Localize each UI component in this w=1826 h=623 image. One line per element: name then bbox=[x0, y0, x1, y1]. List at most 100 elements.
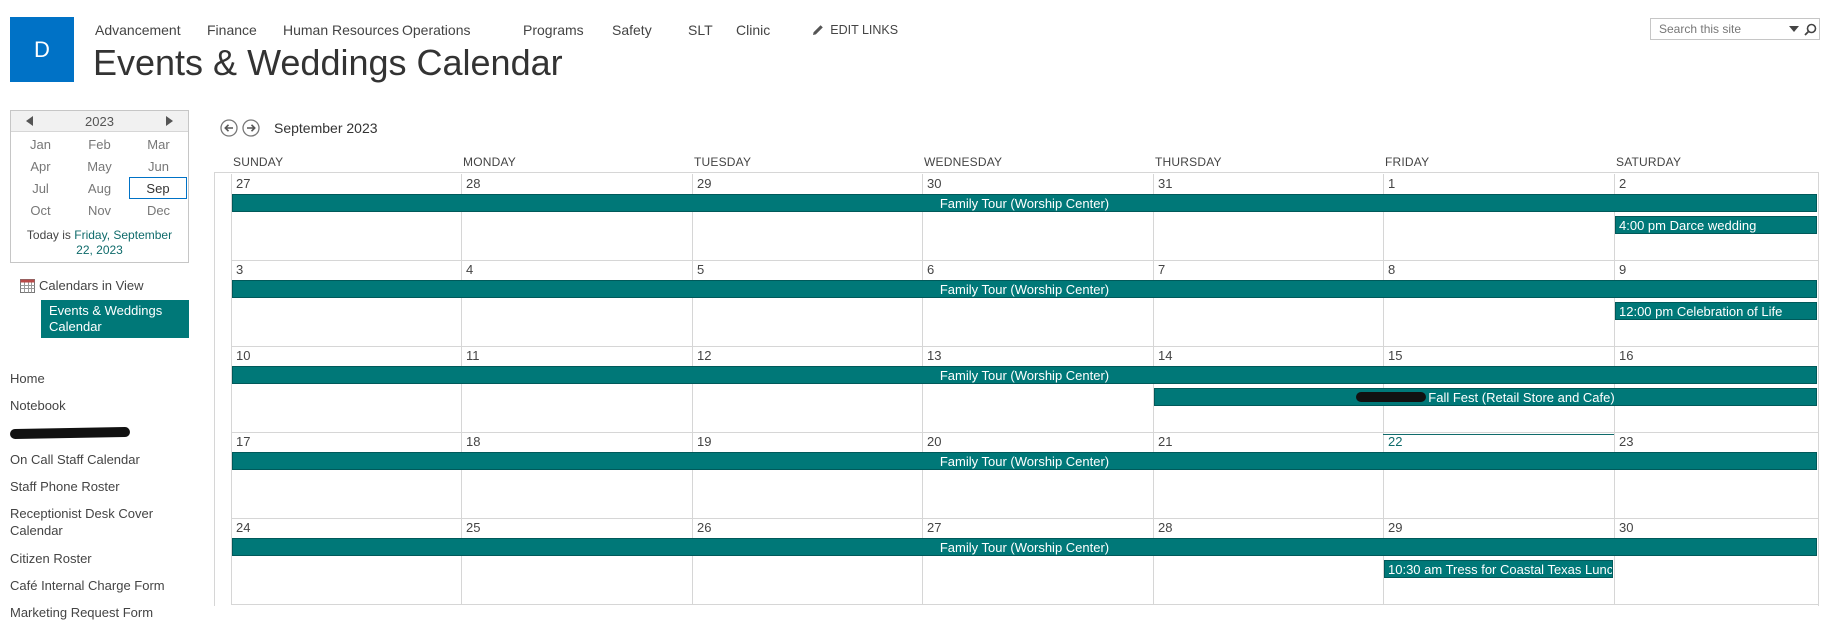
calendar-event-label: Family Tour (Worship Center) bbox=[939, 195, 1110, 211]
calendar-event[interactable]: Family Tour (Worship Center) bbox=[232, 280, 1817, 298]
month-apr[interactable]: Apr bbox=[11, 155, 70, 177]
day-cell[interactable] bbox=[1153, 260, 1383, 346]
next-year-icon[interactable] bbox=[164, 115, 176, 127]
left-nav-item-caf-internal-charge-form[interactable]: Café Internal Charge Form bbox=[10, 577, 170, 594]
day-cell[interactable] bbox=[692, 518, 922, 604]
month-nov[interactable]: Nov bbox=[70, 199, 129, 221]
calendar-event-label: Family Tour (Worship Center) bbox=[939, 367, 1110, 383]
site-logo[interactable]: D bbox=[10, 17, 74, 82]
calendar-event-label: 10:30 am Tress for Coastal Texas Lunch bbox=[1388, 561, 1613, 577]
day-cell[interactable] bbox=[1614, 518, 1818, 604]
day-number: 6 bbox=[927, 262, 935, 277]
nav-link-human-resources[interactable]: Human Resources bbox=[283, 22, 402, 38]
month-picker-year: 2023 bbox=[85, 113, 114, 129]
calendar-navigation: September 2023 bbox=[220, 119, 378, 137]
day-cell[interactable] bbox=[922, 346, 1153, 432]
nav-link-finance[interactable]: Finance bbox=[207, 22, 283, 38]
day-cell[interactable] bbox=[1153, 432, 1383, 518]
today-marker bbox=[1383, 434, 1614, 435]
calendar-event[interactable]: Fall Fest (Retail Store and Cafe) bbox=[1154, 388, 1817, 406]
day-cell[interactable] bbox=[231, 346, 461, 432]
month-may[interactable]: May bbox=[70, 155, 129, 177]
day-cell[interactable] bbox=[922, 174, 1153, 260]
day-cell[interactable] bbox=[231, 432, 461, 518]
day-cell[interactable] bbox=[461, 174, 692, 260]
day-cell[interactable] bbox=[231, 260, 461, 346]
day-cell[interactable] bbox=[461, 432, 692, 518]
day-number: 22 bbox=[1388, 434, 1403, 449]
calendar-event[interactable]: 12:00 pm Celebration of Life bbox=[1615, 302, 1817, 320]
left-nav-item-marketing-request-form[interactable]: Marketing Request Form bbox=[10, 604, 170, 621]
calendar-event[interactable]: Family Tour (Worship Center) bbox=[232, 194, 1817, 212]
left-nav-item-notebook[interactable]: Notebook bbox=[10, 397, 170, 414]
day-number: 23 bbox=[1619, 434, 1634, 449]
day-number: 10 bbox=[236, 348, 251, 363]
day-number: 7 bbox=[1158, 262, 1166, 277]
nav-link-slt[interactable]: SLT bbox=[688, 22, 736, 38]
day-number: 26 bbox=[697, 520, 712, 535]
edit-links-button[interactable]: EDIT LINKS bbox=[812, 23, 898, 37]
day-cell[interactable] bbox=[461, 346, 692, 432]
day-cell[interactable] bbox=[1153, 174, 1383, 260]
page-title: Events & Weddings Calendar bbox=[93, 42, 563, 83]
month-jul[interactable]: Jul bbox=[11, 177, 70, 199]
day-cell[interactable] bbox=[1383, 260, 1614, 346]
today-link[interactable]: Friday, September 22, 2023 bbox=[74, 228, 172, 257]
month-feb[interactable]: Feb bbox=[70, 133, 129, 155]
nav-link-advancement[interactable]: Advancement bbox=[95, 22, 207, 38]
previous-year-icon[interactable] bbox=[23, 115, 35, 127]
active-calendar-chip[interactable]: Events & Weddings Calendar bbox=[41, 300, 189, 338]
day-number: 18 bbox=[466, 434, 481, 449]
day-number: 27 bbox=[236, 176, 251, 191]
previous-month-icon[interactable] bbox=[220, 119, 238, 137]
next-month-icon[interactable] bbox=[242, 119, 260, 137]
day-cell[interactable] bbox=[1383, 174, 1614, 260]
chevron-down-icon[interactable] bbox=[1787, 19, 1801, 39]
day-cell[interactable] bbox=[922, 518, 1153, 604]
day-cell[interactable] bbox=[461, 518, 692, 604]
month-jan[interactable]: Jan bbox=[11, 133, 70, 155]
day-cell[interactable] bbox=[922, 432, 1153, 518]
calendar-event[interactable]: Family Tour (Worship Center) bbox=[232, 366, 1817, 384]
left-nav-item-receptionist-desk-cover-calendar[interactable]: Receptionist Desk Cover Calendar bbox=[10, 505, 170, 539]
day-cell[interactable] bbox=[461, 260, 692, 346]
nav-link-programs[interactable]: Programs bbox=[523, 22, 612, 38]
day-cell[interactable] bbox=[692, 260, 922, 346]
nav-link-safety[interactable]: Safety bbox=[612, 22, 688, 38]
day-cell[interactable] bbox=[692, 346, 922, 432]
calendar-event[interactable]: 4:00 pm Darce wedding bbox=[1615, 216, 1817, 234]
month-oct[interactable]: Oct bbox=[11, 199, 70, 221]
calendars-in-view-label: Calendars in View bbox=[39, 278, 144, 293]
search-icon[interactable] bbox=[1801, 19, 1819, 39]
nav-link-operations[interactable]: Operations bbox=[402, 22, 523, 38]
search-input[interactable] bbox=[1651, 20, 1787, 38]
day-cell[interactable] bbox=[922, 260, 1153, 346]
left-nav-item-home[interactable]: Home bbox=[10, 370, 170, 387]
month-aug[interactable]: Aug bbox=[70, 177, 129, 199]
day-cell[interactable] bbox=[1614, 432, 1818, 518]
left-nav-item-staff-phone-roster[interactable]: Staff Phone Roster bbox=[10, 478, 170, 495]
day-number: 17 bbox=[236, 434, 251, 449]
month-jun[interactable]: Jun bbox=[129, 155, 188, 177]
day-cell[interactable] bbox=[1153, 518, 1383, 604]
nav-link-clinic[interactable]: Clinic bbox=[736, 22, 770, 38]
calendar-event[interactable]: Family Tour (Worship Center) bbox=[232, 452, 1817, 470]
today-prefix: Today is bbox=[26, 228, 75, 242]
day-number: 1 bbox=[1388, 176, 1396, 191]
left-nav-item-redacted[interactable] bbox=[9, 426, 131, 440]
day-cell[interactable] bbox=[692, 432, 922, 518]
calendar-event[interactable]: 10:30 am Tress for Coastal Texas Lunch bbox=[1384, 560, 1613, 578]
day-cell[interactable] bbox=[231, 518, 461, 604]
month-mar[interactable]: Mar bbox=[129, 133, 188, 155]
day-number: 30 bbox=[1619, 520, 1634, 535]
left-nav-item-on-call-staff-calendar[interactable]: On Call Staff Calendar bbox=[10, 451, 170, 468]
day-cell[interactable] bbox=[692, 174, 922, 260]
grid-right-border bbox=[1818, 172, 1819, 606]
month-dec[interactable]: Dec bbox=[129, 199, 188, 221]
day-cell[interactable] bbox=[231, 174, 461, 260]
calendar-event[interactable]: Family Tour (Worship Center) bbox=[232, 538, 1817, 556]
day-cell[interactable] bbox=[1383, 432, 1614, 518]
today-indicator: Today is Friday, September 22, 2023 bbox=[11, 221, 188, 258]
left-nav-item-citizen-roster[interactable]: Citizen Roster bbox=[10, 550, 170, 567]
month-sep[interactable]: Sep bbox=[129, 177, 187, 199]
